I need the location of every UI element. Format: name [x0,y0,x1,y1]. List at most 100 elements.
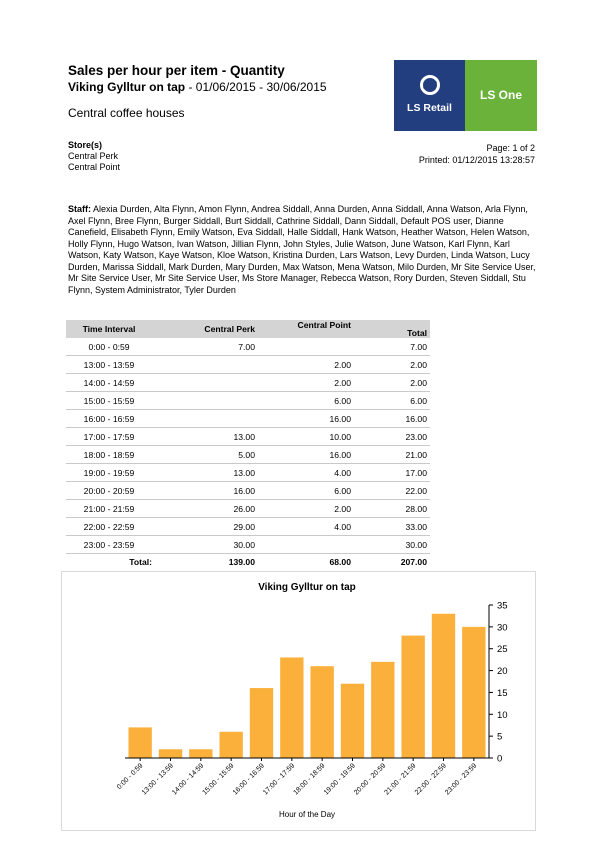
cell-central-perk [152,355,258,374]
stores-heading: Store(s) [68,140,103,150]
y-tick-label: 25 [497,644,508,655]
chart-bar [158,749,183,758]
table-row: 0:00 - 0:59 7.00 7.00 [66,338,430,356]
x-tick-label: 18:00 - 18:59 [292,762,326,796]
chart-bar [371,661,395,758]
store-item: Central Point [68,162,121,172]
chart-container: Viking Gylltur on tap 0 5 10 15 20 25 30 35 0:00 … [61,571,536,831]
staff-list: Staff: Alexia Durden, Alta Flynn, Amon F… [68,204,536,296]
table-row: 14:00 - 14:59 2.00 2.00 [66,373,430,392]
table-row: 17:00 - 17:59 13.00 10.00 23.00 [66,427,430,446]
cell-total: 6.00 [354,391,430,410]
cell-central-point [258,338,354,356]
header-central-perk: Central Perk [152,320,258,338]
total-central-perk: 139.00 [228,557,255,567]
store-item: Central Perk [68,151,119,161]
cell-total: 2.00 [354,373,430,392]
x-tick-label: 16:00 - 16:59 [232,762,266,796]
bar-chart: Viking Gylltur on tap 0 5 10 15 20 25 30 35 0:00 … [116,582,508,819]
x-tick-label: 14:00 - 14:59 [171,762,205,796]
cell-time-interval: 21:00 - 21:59 [66,499,152,518]
cell-central-perk: 16.00 [152,481,258,500]
ls-retail-logo: LS Retail LS One [394,60,537,131]
chart-bar [128,727,152,758]
company-name: Central coffee houses [68,106,185,120]
cell-time-interval: 19:00 - 19:59 [66,463,152,482]
table-row: 23:00 - 23:59 30.00 30.00 [66,535,430,554]
cell-time-interval: 14:00 - 14:59 [66,373,152,392]
x-tick-label: 17:00 - 17:59 [262,762,296,796]
cell-central-perk: 26.00 [152,499,258,518]
logo-right-text: LS One [479,88,522,102]
cell-central-perk: 29.00 [152,517,258,536]
cell-time-interval: 22:00 - 22:59 [66,517,152,536]
chart-bar [462,626,486,758]
cell-central-perk [152,391,258,410]
chart-bar [249,688,274,758]
cell-central-point: 4.00 [258,517,354,536]
cell-central-point: 4.00 [258,463,354,482]
x-tick-label: 23:00 - 23:59 [444,762,478,796]
page-number: Page: 1 of 2 [486,143,535,153]
chart-title: Viking Gylltur on tap [258,582,356,593]
header-central-point: Central Point [258,320,354,338]
y-tick-label: 5 [497,732,502,743]
logo-left-text: LS Retail [407,102,452,114]
chart-bar [431,613,456,758]
cell-time-interval: 20:00 - 20:59 [66,481,152,500]
x-tick-label: 20:00 - 20:59 [353,762,387,796]
total-central-point: 68.00 [329,557,351,567]
cell-total: 30.00 [354,535,430,554]
chart-bar [401,635,425,758]
cell-total: 21.00 [354,445,430,464]
cell-total: 33.00 [354,517,430,536]
cell-time-interval: 16:00 - 16:59 [66,409,152,428]
total-total: 207.00 [400,557,427,567]
x-tick-label: 15:00 - 15:59 [201,762,235,796]
table-total-row: Total: 139.00 68.00 207.00 [66,554,430,571]
chart-bar [189,749,213,758]
cell-total: 28.00 [354,499,430,518]
table-row: 21:00 - 21:59 26.00 2.00 28.00 [66,499,430,518]
staff-label: Staff: [68,204,91,214]
cell-central-point: 2.00 [258,373,354,392]
item-name: Viking Gylltur on tap [68,80,186,94]
table-row: 13:00 - 13:59 2.00 2.00 [66,355,430,374]
cell-central-point: 16.00 [258,445,354,464]
cell-central-point: 6.00 [258,391,354,410]
cell-total: 16.00 [354,409,430,428]
x-tick-label: 22:00 - 22:59 [414,762,448,796]
report-subtitle: Viking Gylltur on tap - 01/06/2015 - 30/… [68,80,327,94]
table-row: 15:00 - 15:59 6.00 6.00 [66,391,430,410]
cell-central-point: 2.00 [258,355,354,374]
header-total: Total [354,320,430,338]
cell-total: 7.00 [354,338,430,356]
logo-right-panel: LS One [465,60,537,131]
chart-bar [280,657,304,758]
cell-time-interval: 17:00 - 17:59 [66,427,152,446]
cell-central-perk: 7.00 [152,338,258,356]
x-tick-label: 21:00 - 21:59 [383,762,417,796]
report-title: Sales per hour per item - Quantity [68,63,285,78]
table-row: 20:00 - 20:59 16.00 6.00 22.00 [66,481,430,500]
ls-retail-swirl-icon [420,75,440,95]
table-header-row: Time Interval Central Perk Central Point… [66,320,430,338]
cell-total: 2.00 [354,355,430,374]
cell-time-interval: 18:00 - 18:59 [66,445,152,464]
y-tick-label: 20 [497,666,508,677]
chart-bar [310,666,334,758]
x-tick-label: 19:00 - 19:59 [323,762,357,796]
cell-central-perk [152,409,258,428]
y-tick-label: 0 [497,754,502,765]
logo-left-panel: LS Retail [394,60,465,131]
cell-central-perk [152,373,258,392]
chart-bar [219,731,243,758]
y-tick-label: 10 [497,710,508,721]
x-tick-label: 13:00 - 13:59 [141,762,175,796]
cell-central-perk: 13.00 [152,427,258,446]
cell-central-perk: 30.00 [152,535,258,554]
cell-central-point: 2.00 [258,499,354,518]
cell-total: 17.00 [354,463,430,482]
chart-bar [340,683,365,758]
printed-date: Printed: 01/12/2015 13:28:57 [418,154,535,165]
